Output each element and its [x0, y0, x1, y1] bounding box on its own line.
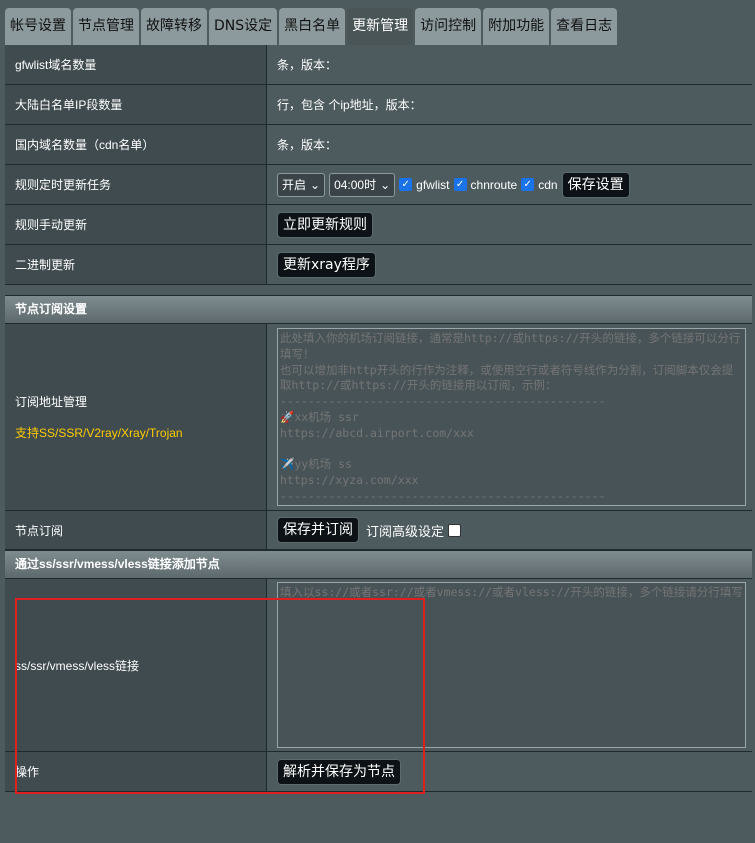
save-settings-button[interactable]: 保存设置 — [561, 171, 630, 198]
operation-row: 操作 解析并保存为节点 — [5, 752, 752, 792]
tab-nodes[interactable]: 节点管理 — [73, 8, 139, 45]
link-input-row: ss/ssr/vmess/vless链接 — [5, 579, 752, 752]
subscribe-section-title: 节点订阅设置 — [5, 295, 752, 324]
binary-update-label: 二进制更新 — [5, 245, 267, 284]
cdn-checkbox[interactable]: ✓ — [521, 178, 535, 191]
operation-label: 操作 — [5, 752, 267, 791]
chevron-down-icon: ⌄ — [310, 177, 321, 192]
update-panel: gfwlist域名数量 条，版本： 大陆白名单IP段数量 行，包含 个ip地址，… — [5, 45, 752, 792]
tab-bar: 帐号设置 节点管理 故障转移 DNS设定 黑白名单 更新管理 访问控制 附加功能… — [5, 8, 618, 45]
link-textarea[interactable] — [277, 582, 746, 748]
cdn-checkbox-label: cdn — [538, 177, 558, 192]
schedule-row: 规则定时更新任务 开启 ⌄ 04:00时 ⌄ ✓ gfwlist ✓ chnro… — [5, 165, 752, 205]
tab-failover[interactable]: 故障转移 — [141, 8, 207, 45]
chnroute-checkbox[interactable]: ✓ — [453, 178, 467, 191]
cdn-row: 国内域名数量（cdn名单） 条，版本： — [5, 125, 752, 165]
subscribe-url-label: 订阅地址管理 支持SS/SSR/V2ray/Xray/Trojan — [5, 324, 267, 510]
manual-update-row: 规则手动更新 立即更新规则 — [5, 205, 752, 245]
link-input-label: ss/ssr/vmess/vless链接 — [5, 579, 267, 751]
chnroute-value: 行，包含 个ip地址，版本： — [267, 85, 752, 124]
tab-logs[interactable]: 查看日志 — [551, 8, 618, 45]
schedule-controls: 开启 ⌄ 04:00时 ⌄ ✓ gfwlist ✓ chnroute ✓ cdn… — [267, 165, 752, 204]
chevron-down-icon: ⌄ — [380, 177, 391, 192]
chnroute-checkbox-label: chnroute — [470, 177, 518, 192]
save-and-subscribe-button[interactable]: 保存并订阅 — [277, 517, 359, 543]
subscribe-url-row: 订阅地址管理 支持SS/SSR/V2ray/Xray/Trojan — [5, 324, 752, 511]
node-subscribe-row: 节点订阅 保存并订阅 订阅高级设定 — [5, 511, 752, 550]
tab-access-control[interactable]: 访问控制 — [415, 8, 482, 45]
node-subscribe-label: 节点订阅 — [5, 511, 267, 549]
gfwlist-checkbox[interactable]: ✓ — [399, 178, 413, 191]
gfwlist-value: 条，版本： — [267, 45, 752, 84]
manual-update-label: 规则手动更新 — [5, 205, 267, 244]
advanced-subscribe-label: 订阅高级设定 — [366, 523, 445, 539]
tab-update-management[interactable]: 更新管理 — [347, 8, 414, 45]
schedule-label: 规则定时更新任务 — [5, 165, 267, 204]
tab-account[interactable]: 帐号设置 — [5, 8, 71, 45]
advanced-subscribe-checkbox[interactable] — [448, 523, 462, 537]
schedule-enable-select[interactable]: 开启 ⌄ — [277, 172, 326, 197]
cdn-label: 国内域名数量（cdn名单） — [5, 125, 267, 164]
tab-blackwhite-list[interactable]: 黑白名单 — [279, 8, 346, 45]
update-xray-button[interactable]: 更新xray程序 — [277, 251, 376, 278]
gfwlist-checkbox-label: gfwlist — [416, 177, 450, 192]
tab-addons[interactable]: 附加功能 — [483, 8, 550, 45]
gfwlist-row: gfwlist域名数量 条，版本： — [5, 45, 752, 85]
gfwlist-label: gfwlist域名数量 — [5, 45, 267, 84]
binary-update-row: 二进制更新 更新xray程序 — [5, 245, 752, 285]
subscribe-protocols-note: 支持SS/SSR/V2ray/Xray/Trojan — [15, 426, 183, 440]
chnroute-label: 大陆白名单IP段数量 — [5, 85, 267, 124]
schedule-time-select[interactable]: 04:00时 ⌄ — [329, 172, 396, 197]
parse-and-save-node-button[interactable]: 解析并保存为节点 — [277, 758, 401, 785]
cdn-value: 条，版本： — [267, 125, 752, 164]
chnroute-row: 大陆白名单IP段数量 行，包含 个ip地址，版本： — [5, 85, 752, 125]
tab-dns[interactable]: DNS设定 — [209, 8, 278, 45]
update-rules-button[interactable]: 立即更新规则 — [277, 211, 373, 238]
link-add-section-title: 通过ss/ssr/vmess/vless链接添加节点 — [5, 550, 752, 579]
subscribe-url-textarea[interactable] — [277, 328, 746, 506]
